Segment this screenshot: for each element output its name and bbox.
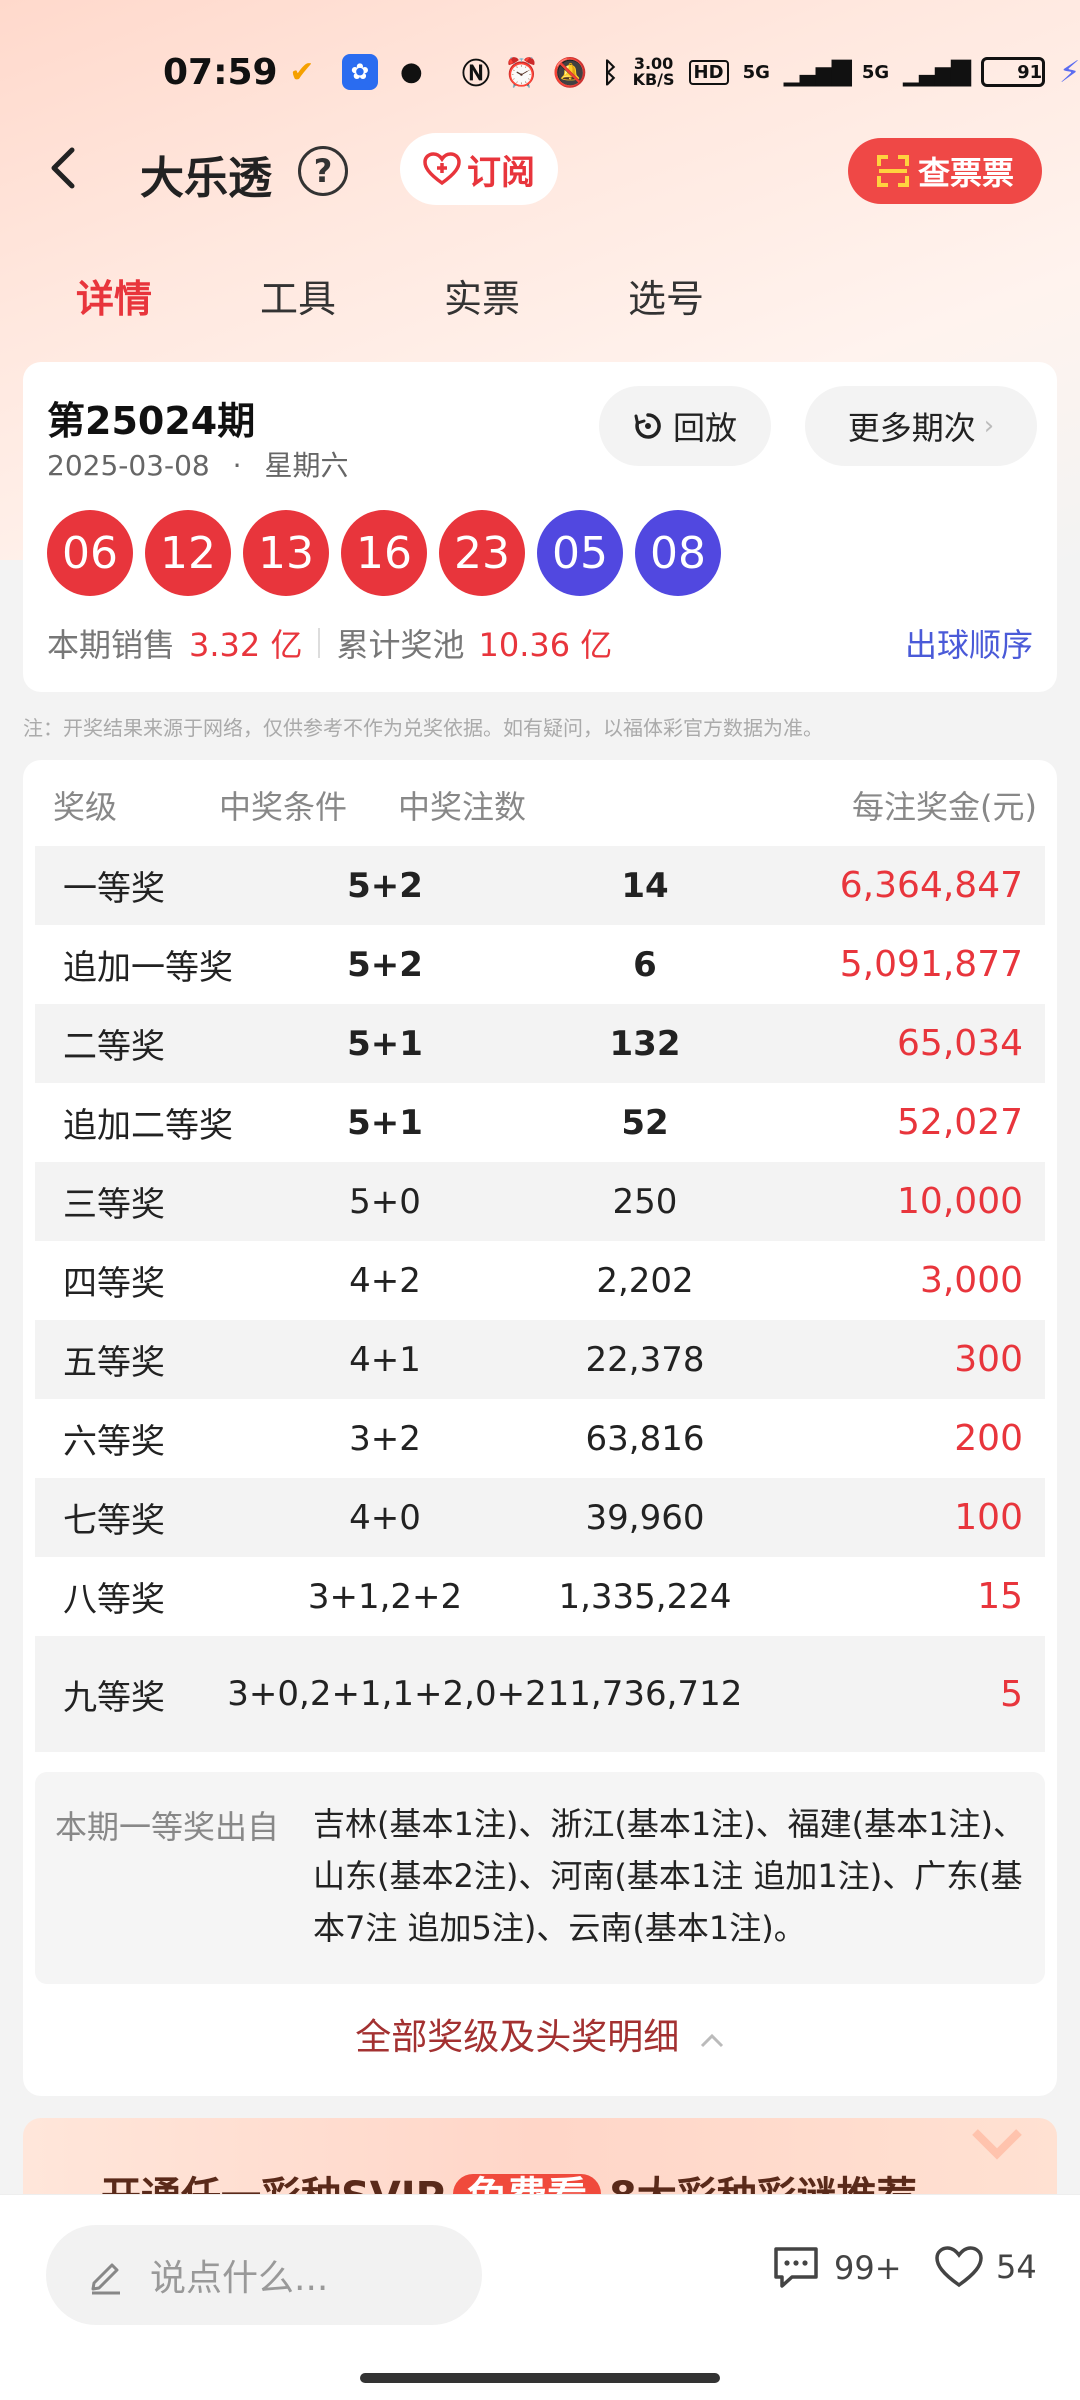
check-ticket-button[interactable]: 查票票 <box>848 138 1042 204</box>
table-row: 追加二等奖 5+1 52 52,027 <box>63 1102 1023 1146</box>
comments-button[interactable]: 99+ <box>770 2245 902 2291</box>
dot-icon: ● <box>400 57 423 87</box>
replay-button[interactable]: 回放 <box>599 386 771 466</box>
draw-result-card: 第25024期 2025-03-08 · 星期六 回放 更多期次 › 06 12… <box>23 362 1057 692</box>
replay-icon <box>634 413 661 439</box>
table-row: 三等奖 5+0 250 10,000 <box>35 1162 1045 1241</box>
heart-plus-icon <box>423 152 461 186</box>
signal-bars-icon: ▁▃▅▇ <box>783 57 852 87</box>
like-button[interactable]: 54 <box>934 2245 1037 2289</box>
first-prize-origin: 本期一等奖出自 吉林(基本1注)、浙江(基本1注)、福建(基本1注)、山东(基本… <box>35 1772 1045 1984</box>
heart-icon <box>935 2246 983 2288</box>
nfc-icon: Ⓝ <box>462 57 491 90</box>
alarm-icon: ⏰ <box>504 55 539 89</box>
all-prizes-link[interactable]: 全部奖级及头奖明细 <box>23 2008 1057 2060</box>
table-row: 九等奖 3+0,2+1,1+2,0+2 11,736,712 5 <box>35 1636 1045 1752</box>
comment-icon <box>774 2247 818 2288</box>
status-time: 07:59 <box>163 51 278 93</box>
table-row: 六等奖 3+2 63,816 200 <box>63 1418 1023 1462</box>
draw-date: 2025-03-08 · 星期六 <box>47 449 349 482</box>
pool-label: 累计奖池 <box>336 626 465 664</box>
bottom-action-bar: 说点什么... 99+ 54 <box>0 2194 1080 2400</box>
net-speed: 3.00 KB/S <box>632 54 675 89</box>
comment-input[interactable]: 说点什么... <box>46 2225 482 2325</box>
tab-real-tickets[interactable]: 实票 <box>444 268 520 323</box>
red-ball: 12 <box>145 510 231 596</box>
tab-bar: 详情 工具 实票 选号 <box>0 268 1080 328</box>
app-heart-icon: ✔ <box>289 54 315 90</box>
table-row: 五等奖 4+1 22,378 300 <box>35 1320 1045 1399</box>
help-icon[interactable]: ? <box>298 146 348 196</box>
baidu-paw-icon: ✿ <box>342 54 378 90</box>
charging-icon: ⚡ <box>1059 54 1080 90</box>
back-button[interactable] <box>44 140 104 200</box>
chevron-right-icon: › <box>983 411 995 441</box>
chevron-left-icon <box>51 147 75 189</box>
status-notification-icons: ✔ ✿ ● <box>284 54 423 90</box>
blue-ball: 05 <box>537 510 623 596</box>
prize-table-card: 奖级 中奖条件 中奖注数 每注奖金(元) 一等奖 5+2 14 6,364,84… <box>23 760 1057 2096</box>
status-bar: 07:59 ✔ ✿ ● Ⓝ ⏰ 🔕 ᛒ 3.00 KB/S HD 5G ▁▃▅▇… <box>0 40 1080 104</box>
bluetooth-icon: ᛒ <box>601 55 619 89</box>
winning-numbers: 06 12 13 16 23 05 08 <box>47 510 721 596</box>
table-row: 八等奖 3+1,2+2 1,335,224 15 <box>63 1576 1023 1620</box>
origin-text: 吉林(基本1注)、浙江(基本1注)、福建(基本1注)、山东(基本2注)、河南(基… <box>313 1805 1025 1947</box>
red-ball: 16 <box>341 510 427 596</box>
table-row: 追加一等奖 5+2 6 5,091,877 <box>63 944 1023 988</box>
table-row: 二等奖 5+1 132 65,034 <box>35 1004 1045 1083</box>
chevron-up-icon <box>700 2033 723 2048</box>
table-row: 四等奖 4+2 2,202 3,000 <box>63 1260 1023 1304</box>
home-indicator[interactable] <box>360 2373 720 2383</box>
disclaimer-note: 注：开奖结果来源于网络，仅供参考不作为兑奖依据。如有疑问，以福体彩官方数据为准。 <box>23 716 823 740</box>
prize-rows: 一等奖 5+2 14 6,364,847 追加一等奖 5+2 6 5,091,8… <box>35 846 1045 1752</box>
red-ball: 06 <box>47 510 133 596</box>
tab-tools[interactable]: 工具 <box>260 268 336 323</box>
app-header: 大乐透 ? 订阅 查票票 <box>0 130 1080 210</box>
hd-icon: HD <box>688 59 729 85</box>
ball-order-link[interactable]: 出球顺序 <box>905 620 1033 666</box>
header-prize: 每注奖金(元) <box>852 788 1037 826</box>
divider <box>318 628 321 658</box>
blue-ball: 08 <box>635 510 721 596</box>
status-system-icons: Ⓝ ⏰ 🔕 ᛒ 3.00 KB/S HD 5G ▁▃▅▇ 5G ▁▃▅▇ 91 … <box>462 52 1080 92</box>
tab-pick-numbers[interactable]: 选号 <box>628 268 704 323</box>
red-ball: 13 <box>243 510 329 596</box>
origin-label: 本期一等奖出自 <box>55 1808 280 1846</box>
signal-2-label: 5G <box>861 61 890 83</box>
pencil-icon <box>91 2263 120 2295</box>
red-ball: 23 <box>439 510 525 596</box>
sales-value: 3.32 亿 <box>189 626 303 664</box>
sales-label: 本期销售 <box>47 626 176 664</box>
header-condition: 中奖条件 <box>219 788 348 826</box>
battery-icon: 91 <box>981 57 1046 87</box>
subscribe-button[interactable]: 订阅 <box>400 133 558 205</box>
page-title: 大乐透 <box>140 153 272 204</box>
table-row: 一等奖 5+2 14 6,364,847 <box>35 846 1045 925</box>
chevron-down-icon <box>972 2129 1022 2160</box>
header-level: 奖级 <box>53 788 118 826</box>
signal-1-label: 5G <box>742 61 770 83</box>
scan-icon <box>876 155 909 187</box>
pool-value: 10.36 亿 <box>478 626 613 664</box>
signal-bars-icon: ▁▃▅▇ <box>903 57 971 87</box>
mute-icon: 🔕 <box>552 55 588 89</box>
table-row: 七等奖 4+0 39,960 100 <box>35 1478 1045 1557</box>
more-issues-button[interactable]: 更多期次 › <box>805 386 1037 466</box>
issue-number: 第25024期 <box>47 399 256 443</box>
tab-details[interactable]: 详情 <box>76 268 152 323</box>
sales-summary: 本期销售 3.32 亿 累计奖池 10.36 亿 出球顺序 <box>47 620 1033 666</box>
header-count: 中奖注数 <box>398 788 527 826</box>
